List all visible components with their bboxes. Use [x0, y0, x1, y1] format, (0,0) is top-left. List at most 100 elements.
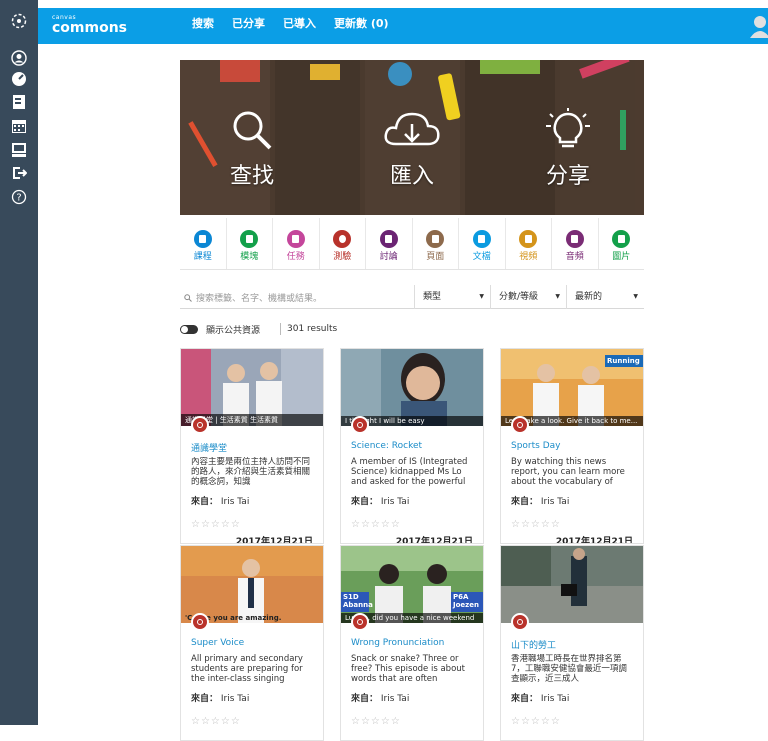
card-author: 來自： Iris Tai	[351, 494, 409, 507]
hero-import[interactable]: 匯入	[382, 108, 442, 190]
courses-icon[interactable]	[11, 94, 27, 110]
user-avatar[interactable]	[748, 14, 768, 38]
type-video[interactable]: 視頻	[506, 218, 552, 269]
resource-card[interactable]: 山下的勞工 香港職場工時長在世界排名第7，工聯職安健協會最近一項調查顯示，近三成…	[500, 545, 644, 741]
lightbulb-icon	[546, 108, 590, 148]
course-icon	[193, 230, 212, 248]
rating-stars[interactable]: ☆☆☆☆☆	[511, 519, 561, 530]
card-author: 來自： Iris Tai	[191, 691, 249, 704]
search-input[interactable]: 搜索標籤、名字、機構或結果。	[184, 291, 322, 304]
card-author: 來自： Iris Tai	[191, 494, 249, 507]
quiz-icon	[333, 230, 352, 248]
hero-banner: 查找 匯入 分享	[180, 60, 644, 215]
public-resources-toggle[interactable]	[180, 324, 198, 334]
tab-search[interactable]: 搜索	[192, 8, 214, 47]
card-title[interactable]: Sports Day	[511, 441, 560, 451]
sort-dropdown[interactable]: 最新的 ▼	[566, 285, 644, 309]
card-title[interactable]: 山下的勞工	[511, 638, 556, 651]
divider	[280, 323, 282, 335]
from-label: 來自：	[191, 694, 219, 704]
resource-card[interactable]: 通識學堂 | 生活素質 生活素質 通識學堂 內容主要是兩位主持人訪問不同的路人，…	[180, 348, 324, 544]
card-thumbnail: Running Let's take a look. Give it back …	[501, 349, 643, 426]
page-icon	[426, 230, 445, 248]
rating-stars[interactable]: ☆☆☆☆☆	[191, 519, 241, 530]
type-audio[interactable]: 音頻	[552, 218, 599, 269]
type-assignment[interactable]: 任務	[273, 218, 320, 269]
dashboard-icon[interactable]	[11, 71, 27, 87]
svg-text:?: ?	[16, 193, 21, 204]
results-bar: 顯示公共資源 301 results	[180, 321, 337, 337]
hero-share[interactable]: 分享	[542, 108, 594, 190]
main-nav: 搜索 已分享 已導入 更新數 (0)	[192, 8, 407, 47]
top-bar: canvas commons 搜索 已分享 已導入 更新數 (0)	[38, 8, 768, 47]
rating-stars[interactable]: ☆☆☆☆☆	[511, 716, 561, 727]
brand-logo[interactable]: canvas commons	[52, 14, 127, 35]
card-thumbnail: 'Cause you are amazing.	[181, 546, 323, 623]
author-name: Iris Tai	[540, 497, 570, 507]
video-badge-icon	[191, 613, 209, 631]
tab-updates[interactable]: 更新數 (0)	[334, 8, 389, 44]
type-quiz[interactable]: 測驗	[320, 218, 366, 269]
type-label: 模塊	[240, 252, 259, 262]
card-title[interactable]: 通識學堂	[191, 441, 227, 454]
tab-shared[interactable]: 已分享	[232, 8, 265, 44]
hero-find[interactable]: 查找	[230, 108, 274, 190]
from-label: 來自：	[351, 497, 379, 507]
inbox-icon[interactable]	[11, 142, 27, 158]
card-thumbnail: I thought I will be easy	[341, 349, 483, 426]
account-icon[interactable]	[11, 50, 27, 66]
calendar-icon[interactable]	[11, 118, 27, 134]
type-label: 圖片	[612, 252, 631, 262]
video-icon	[519, 230, 538, 248]
type-label: 音頻	[565, 252, 584, 262]
rating-stars[interactable]: ☆☆☆☆☆	[351, 716, 401, 727]
type-dropdown[interactable]: 類型 ▼	[414, 285, 490, 309]
card-description: Snack or snake? Three or free? This epis…	[351, 654, 466, 684]
document-icon	[472, 230, 491, 248]
video-badge-icon	[511, 613, 529, 631]
tab-imported[interactable]: 已導入	[283, 8, 316, 44]
type-course[interactable]: 課程	[180, 218, 227, 269]
author-name: Iris Tai	[380, 694, 410, 704]
card-date: 2017年12月21日	[395, 537, 473, 544]
chevron-down-icon: ▼	[633, 293, 638, 300]
video-badge-icon	[351, 416, 369, 434]
card-title[interactable]: Wrong Pronunciation	[351, 638, 444, 648]
brand-name: commons	[52, 20, 128, 36]
card-title[interactable]: Science: Rocket	[351, 441, 422, 451]
search-placeholder: 搜索標籤、名字、機構或結果。	[196, 294, 323, 304]
logo-icon[interactable]	[11, 13, 27, 29]
type-module[interactable]: 模塊	[227, 218, 273, 269]
author-name: Iris Tai	[220, 497, 250, 507]
type-document[interactable]: 文檔	[459, 218, 506, 269]
resource-type-filter: 課程 模塊 任務 測驗 討論 頁面 文檔 視頻 音頻 圖片	[180, 218, 644, 270]
card-title[interactable]: Super Voice	[191, 638, 244, 648]
resource-card[interactable]: S1D Abanna P6A Joezen Lucien, did you ha…	[340, 545, 484, 741]
rating-stars[interactable]: ☆☆☆☆☆	[351, 519, 401, 530]
card-author: 來自： Iris Tai	[511, 494, 569, 507]
type-discussion[interactable]: 討論	[366, 218, 413, 269]
from-label: 來自：	[191, 497, 219, 507]
grade-dropdown[interactable]: 分數/等級 ▼	[490, 285, 566, 309]
thumbnail-image	[181, 546, 323, 623]
global-nav-sidebar: ?	[0, 0, 38, 725]
cloud-download-icon	[384, 112, 440, 146]
card-thumbnail	[501, 546, 643, 623]
thumbnail-tag: P6A Joezen	[453, 593, 479, 609]
video-badge-icon	[511, 416, 529, 434]
type-image[interactable]: 圖片	[599, 218, 645, 269]
card-description: By watching this news report, you can le…	[511, 457, 625, 487]
commons-icon[interactable]	[11, 165, 27, 181]
resource-card[interactable]: I thought I will be easy Science: Rocket…	[340, 348, 484, 544]
hero-find-label: 查找	[230, 164, 275, 189]
resource-card[interactable]: Running Let's take a look. Give it back …	[500, 348, 644, 544]
resource-card[interactable]: 'Cause you are amazing. Super Voice All …	[180, 545, 324, 741]
type-page[interactable]: 頁面	[413, 218, 459, 269]
author-name: Iris Tai	[540, 694, 570, 704]
filter-bar: 搜索標籤、名字、機構或結果。 類型 ▼ 分數/等級 ▼ 最新的 ▼	[180, 285, 644, 309]
card-description: A member of IS (Integrated Science) kidn…	[351, 457, 468, 487]
help-icon[interactable]: ?	[11, 189, 27, 205]
toggle-label: 顯示公共資源	[206, 325, 261, 336]
rating-stars[interactable]: ☆☆☆☆☆	[191, 716, 241, 727]
author-name: Iris Tai	[220, 694, 250, 704]
